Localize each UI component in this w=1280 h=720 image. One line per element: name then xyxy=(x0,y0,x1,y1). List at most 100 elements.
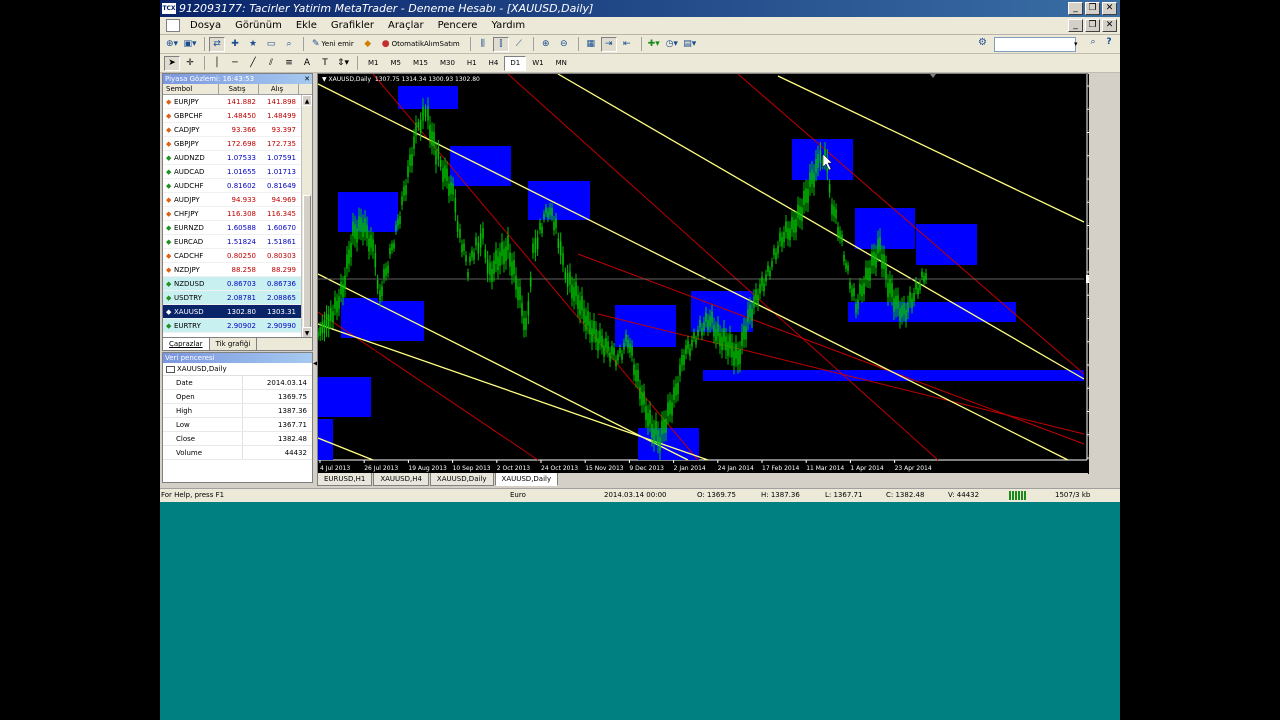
menu-2[interactable]: Ekle xyxy=(289,17,324,34)
indicators-icon[interactable]: ✚▾ xyxy=(646,37,662,52)
market-watch-row[interactable]: ◆ EURCAD 1.51824 1.51861 xyxy=(163,235,312,249)
bar-chart-icon[interactable]: ⫼ xyxy=(475,37,491,52)
templates-icon[interactable]: ▤▾ xyxy=(682,37,698,52)
zoom-out-icon[interactable]: ⊖ xyxy=(556,37,572,52)
menu-4[interactable]: Araçlar xyxy=(381,17,431,34)
timeframe-m5-button[interactable]: M5 xyxy=(385,56,408,71)
text-icon[interactable]: A xyxy=(299,56,315,71)
channel-icon[interactable]: ⫽ xyxy=(263,56,279,71)
timeframe-w1-button[interactable]: W1 xyxy=(526,56,549,71)
column-ask[interactable]: Alış xyxy=(259,84,299,94)
market-watch-scrollbar[interactable]: ▲ ▼ xyxy=(301,95,312,338)
tab-crosses[interactable]: Çaprazlar xyxy=(163,338,210,350)
label-icon[interactable]: T xyxy=(317,56,333,71)
cursor-icon[interactable]: ➤ xyxy=(164,55,180,71)
timeframe-mn-button[interactable]: MN xyxy=(550,56,573,71)
child-minimize-button[interactable]: _ xyxy=(1068,19,1083,32)
menu-1[interactable]: Görünüm xyxy=(228,17,289,34)
strategy-tester-icon[interactable]: ⌕ xyxy=(281,37,297,52)
timeframe-m15-button[interactable]: M15 xyxy=(407,56,434,71)
vertical-line-icon[interactable]: │ xyxy=(209,56,225,71)
market-watch-row[interactable]: ◆ GBPCHF 1.48450 1.48499 xyxy=(163,109,312,123)
close-icon[interactable]: ✕ xyxy=(304,74,310,84)
restore-button[interactable]: ❐ xyxy=(1085,2,1100,15)
periods-icon[interactable]: ◷▾ xyxy=(664,37,680,52)
market-watch-row[interactable]: ◆ EURNZD 1.60588 1.60670 xyxy=(163,221,312,235)
market-watch-row[interactable]: ◆ GBPJPY 172.698 172.735 xyxy=(163,137,312,151)
search-icon[interactable]: ⌕ xyxy=(1086,37,1100,52)
trendline-icon[interactable]: ╱ xyxy=(245,56,261,71)
market-watch-icon[interactable]: ⇄ xyxy=(209,36,225,52)
scroll-thumb[interactable] xyxy=(303,195,311,335)
timeframe-h1-button[interactable]: H1 xyxy=(461,56,483,71)
search-dropdown-icon[interactable]: ▾ xyxy=(1074,37,1084,52)
connection-bars-icon[interactable] xyxy=(1009,491,1027,500)
crosshair-icon[interactable]: ✛ xyxy=(182,56,198,71)
market-watch-row[interactable]: ◆ XAUUSD 1302.80 1303.31 xyxy=(163,305,312,319)
market-watch-row[interactable]: ◆ EURTRY 2.90902 2.90990 xyxy=(163,319,312,333)
candle-body xyxy=(346,254,348,269)
menu-0[interactable]: Dosya xyxy=(183,17,228,34)
metaeditor-icon[interactable]: ◆ xyxy=(360,37,376,52)
fibonacci-icon[interactable]: ≡ xyxy=(281,56,297,71)
help-icon[interactable]: ? xyxy=(1102,37,1116,52)
chart-window[interactable]: 1438.35 1422.15 1405.95 1389.30 1373.10 1356.… xyxy=(317,73,1089,474)
child-restore-button[interactable]: ❐ xyxy=(1085,19,1100,32)
arrows-icon[interactable]: ⇕▾ xyxy=(335,56,351,71)
new-chart-icon[interactable]: ⊕▾ xyxy=(164,37,180,52)
chart-shift-icon[interactable]: ⇤ xyxy=(619,37,635,52)
chart-tab[interactable]: EURUSD,H1 xyxy=(317,473,373,486)
child-close-button[interactable]: ✕ xyxy=(1102,19,1117,32)
auto-scroll-icon[interactable]: ⇥ xyxy=(600,36,617,52)
column-bid[interactable]: Satış xyxy=(219,84,259,94)
minimize-button[interactable]: _ xyxy=(1068,2,1083,15)
search-input[interactable] xyxy=(994,37,1076,52)
market-watch-row[interactable]: ◆ AUDNZD 1.07533 1.07591 xyxy=(163,151,312,165)
new-order-button[interactable]: ✎ Yeni emir xyxy=(308,37,358,52)
menu-5[interactable]: Pencere xyxy=(431,17,485,34)
candlestick-icon[interactable]: ⫿ xyxy=(492,36,509,52)
menu-6[interactable]: Yardım xyxy=(484,17,532,34)
timeframe-d1-button[interactable]: D1 xyxy=(504,55,527,71)
auto-trading-button[interactable]: ● OtomatikAlımSatım xyxy=(378,37,464,52)
market-watch-row[interactable]: ◆ AUDJPY 94.933 94.969 xyxy=(163,193,312,207)
chart-tab[interactable]: XAUUSD,H4 xyxy=(373,473,429,486)
timeframe-m30-button[interactable]: M30 xyxy=(434,56,461,71)
candle-body xyxy=(575,282,577,297)
market-watch-row[interactable]: ◆ CADJPY 93.366 93.397 xyxy=(163,123,312,137)
tab-tick-chart[interactable]: Tik grafiği xyxy=(210,338,258,350)
market-watch-row[interactable]: ◆ AUDCHF 0.81602 0.81649 xyxy=(163,179,312,193)
candle-body xyxy=(883,254,885,269)
chart-tab[interactable]: XAUUSD,Daily xyxy=(494,473,559,486)
profiles-icon[interactable]: ▣▾ xyxy=(182,37,198,52)
menu-3[interactable]: Grafikler xyxy=(324,17,381,34)
market-watch-row[interactable]: ◆ CADCHF 0.80250 0.80303 xyxy=(163,249,312,263)
market-watch-row[interactable]: ◆ NZDJPY 88.258 88.299 xyxy=(163,263,312,277)
candle-body xyxy=(783,232,785,243)
status-profile[interactable]: Euro xyxy=(510,489,526,502)
market-watch-row[interactable]: ◆ CHFJPY 116.308 116.345 xyxy=(163,207,312,221)
line-chart-icon[interactable]: ⟋ xyxy=(511,37,527,52)
timeframe-h4-button[interactable]: H4 xyxy=(483,56,505,71)
market-watch-row[interactable]: ◆ NZDUSD 0.86703 0.86736 xyxy=(163,277,312,291)
data-window-row: Date 2014.03.14 xyxy=(163,376,312,390)
candle-body xyxy=(569,271,571,285)
navigator-icon[interactable]: ★ xyxy=(245,37,261,52)
market-watch-row[interactable]: ◆ USDTRY 2.08781 2.08865 xyxy=(163,291,312,305)
document-icon[interactable] xyxy=(166,19,180,32)
price-chart[interactable]: 1438.35 1422.15 1405.95 1389.30 1373.10 1356.… xyxy=(318,74,1089,474)
market-watch-row[interactable]: ◆ AUDCAD 1.01655 1.01713 xyxy=(163,165,312,179)
settings-icon[interactable]: ⚙ xyxy=(978,37,992,52)
chart-tab[interactable]: XAUUSD,Daily xyxy=(429,473,494,486)
scroll-up-icon[interactable]: ▲ xyxy=(302,95,312,106)
zoom-in-icon[interactable]: ⊕ xyxy=(538,37,554,52)
horizontal-line-icon[interactable]: ─ xyxy=(227,56,243,71)
candle-body xyxy=(559,241,562,256)
data-window-icon[interactable]: ✚ xyxy=(227,37,243,52)
column-symbol[interactable]: Sembol xyxy=(163,84,219,94)
timeframe-m1-button[interactable]: M1 xyxy=(362,56,385,71)
market-watch-row[interactable]: ◆ EURJPY 141.882 141.898 xyxy=(163,95,312,109)
terminal-icon[interactable]: ▭ xyxy=(263,37,279,52)
close-button[interactable]: ✕ xyxy=(1102,2,1117,15)
tile-windows-icon[interactable]: ▦ xyxy=(583,37,599,52)
